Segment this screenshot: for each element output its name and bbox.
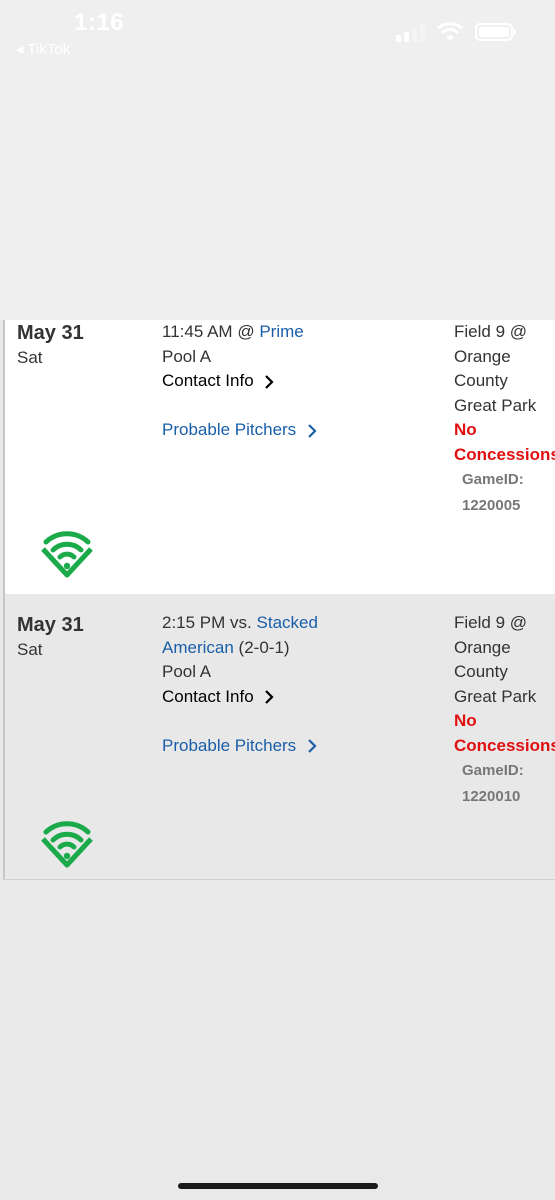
game-location: Field 9 @ Orange County Great Park No Co…	[454, 320, 555, 519]
probable-pitchers-button[interactable]: Probable Pitchers	[162, 734, 442, 759]
field-label: Field 9 @	[454, 322, 528, 341]
chevron-right-icon	[308, 423, 317, 438]
opponent-line: American (2-0-1)	[162, 636, 442, 661]
cellular-signal-icon	[396, 22, 425, 42]
venue-line: County	[454, 371, 508, 390]
concessions-status: Concessions	[454, 735, 555, 755]
concessions-status: No	[454, 420, 477, 439]
battery-icon	[475, 22, 517, 42]
game-date-label: May 31	[17, 322, 84, 344]
venue-link[interactable]: Orange County Great Park	[454, 636, 555, 710]
pool-label: Pool A	[162, 346, 212, 366]
screen: 1:16 ◂ TikTok May 31 Sat 11:45 AM @ Prim…	[0, 0, 555, 1200]
contact-info-label: Contact Info	[162, 371, 254, 390]
concessions-status: No	[454, 711, 477, 730]
game-date-label: May 31	[17, 614, 84, 636]
game-id-label: GameID:	[462, 471, 524, 488]
opponent-link[interactable]: Prime	[259, 322, 303, 341]
game-date: May 31 Sat	[17, 320, 84, 370]
game-location: Field 9 @ Orange County Great Park No Co…	[454, 611, 555, 810]
baseball-field-icon[interactable]	[37, 816, 97, 870]
back-to-app-link[interactable]: ◂ TikTok	[16, 40, 70, 58]
chevron-right-icon	[265, 690, 274, 704]
game-info: 2:15 PM vs. Stacked American (2-0-1) Poo…	[162, 611, 442, 758]
game-info: 11:45 AM @ Prime Pool A Contact Info Pro…	[162, 320, 442, 443]
game-date: May 31 Sat	[17, 612, 84, 662]
game-day-label: Sat	[17, 640, 43, 659]
venue-line: Great Park	[454, 395, 537, 415]
game-card: May 31 Sat 2:15 PM vs. Stacked American …	[3, 594, 555, 880]
opponent-link[interactable]: Stacked	[257, 613, 318, 632]
status-bar: 1:16 ◂ TikTok	[0, 0, 555, 320]
pool-label: Pool A	[162, 662, 212, 681]
venue-line: County	[454, 662, 508, 681]
probable-pitchers-label: Probable Pitchers	[162, 735, 297, 755]
chevron-right-icon	[308, 739, 317, 753]
venue-line: Great Park	[454, 686, 537, 706]
probable-pitchers-label: Probable Pitchers	[162, 420, 297, 439]
game-id-label: GameID:	[462, 762, 524, 779]
concessions-status: Concessions	[454, 444, 555, 464]
contact-info-button[interactable]: Contact Info	[162, 685, 442, 710]
game-id-value: 1220010	[462, 788, 521, 805]
game-time-line: 11:45 AM @ Prime	[162, 320, 442, 345]
venue-line: Orange	[454, 346, 511, 366]
venue-link[interactable]: Orange County Great Park	[454, 345, 555, 419]
game-day-label: Sat	[17, 348, 43, 367]
opponent-link[interactable]: American	[162, 638, 234, 657]
venue-line: Orange	[454, 637, 511, 657]
game-id-value: 1220005	[462, 497, 521, 514]
game-separator: @	[237, 322, 255, 341]
probable-pitchers-button[interactable]: Probable Pitchers	[162, 418, 442, 443]
contact-info-label: Contact Info	[162, 686, 254, 706]
wifi-status-icon	[437, 22, 463, 42]
game-separator: vs.	[230, 613, 252, 632]
game-time: 2:15 PM	[162, 613, 226, 632]
baseball-field-icon[interactable]	[37, 526, 97, 580]
contact-info-button[interactable]: Contact Info	[162, 369, 442, 394]
game-time-line: 2:15 PM vs. Stacked	[162, 611, 442, 636]
chevron-right-icon	[265, 374, 274, 389]
status-time: 1:16	[74, 9, 125, 36]
home-indicator[interactable]	[178, 1183, 378, 1189]
opponent-record: (2-0-1)	[238, 637, 290, 657]
game-card: May 31 Sat 11:45 AM @ Prime Pool A Conta…	[3, 320, 555, 594]
field-label: Field 9 @	[454, 613, 528, 632]
game-time: 11:45 AM	[162, 322, 233, 341]
status-icons	[396, 22, 517, 42]
